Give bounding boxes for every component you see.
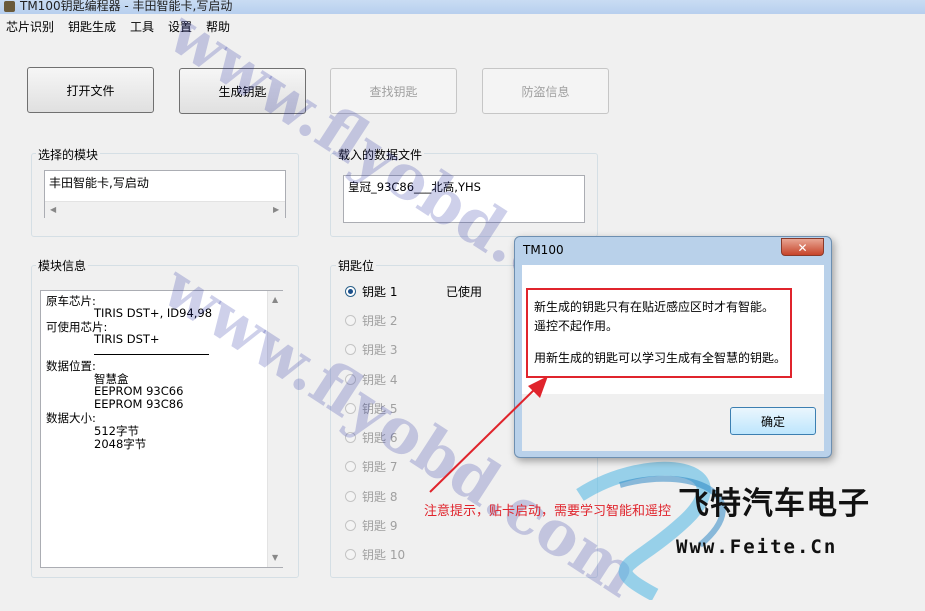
info-original-chip-value: TIRIS DST+, ID94,98 (94, 306, 213, 320)
scroll-down-icon[interactable]: ▼ (272, 553, 278, 562)
key-slot-6[interactable]: 钥匙 6 (345, 427, 397, 447)
radio-selected-icon[interactable] (345, 285, 356, 297)
key-slot-label: 钥匙 4 (362, 372, 398, 387)
selected-module-list[interactable]: 丰田智能卡,写启动 ◀ ▶ (44, 170, 286, 219)
menu-help[interactable]: 帮助 (206, 18, 230, 35)
ok-button[interactable]: 确定 (730, 407, 816, 435)
key-slot-7[interactable]: 钥匙 7 (345, 456, 397, 476)
key-slot-label: 钥匙 10 (362, 547, 406, 562)
selected-module-label: 选择的模块 (36, 146, 101, 163)
key-slot-label: 钥匙 1 (362, 284, 398, 299)
radio-icon[interactable] (345, 314, 356, 326)
dialog-title: TM100 (523, 243, 564, 257)
module-info-vscrollbar[interactable]: ▲ ▼ (267, 291, 284, 567)
key-slot-label: 钥匙 7 (362, 459, 398, 474)
brand-name: 飞特汽车电子 (678, 486, 870, 522)
key-slot-label: 钥匙 8 (362, 489, 398, 504)
scroll-right-icon[interactable]: ▶ (273, 205, 279, 214)
key-slot-2[interactable]: 钥匙 2 (345, 310, 397, 330)
key-slot-label: 钥匙 5 (362, 401, 398, 416)
menu-chip-identify[interactable]: 芯片识别 (6, 18, 54, 35)
radio-icon[interactable] (345, 431, 356, 443)
key-slot-5[interactable]: 钥匙 5 (345, 398, 397, 418)
info-data-location-2: EEPROM 93C66 (94, 384, 184, 398)
radio-icon[interactable] (345, 548, 356, 560)
key-slot-label: 钥匙 6 (362, 430, 398, 445)
key-slot-3[interactable]: 钥匙 3 (345, 339, 397, 359)
annotation-arrow (429, 376, 548, 493)
info-data-location-heading: 数据位置: (46, 359, 96, 373)
key-slot-label: 钥匙 3 (362, 342, 398, 357)
app-icon (4, 1, 15, 12)
open-file-button[interactable]: 打开文件 (27, 67, 154, 113)
info-data-location-3: EEPROM 93C86 (94, 397, 184, 411)
menu-key-generate[interactable]: 钥匙生成 (68, 18, 116, 35)
selected-module-hscrollbar[interactable]: ◀ ▶ (45, 201, 285, 219)
info-data-size-heading: 数据大小: (46, 411, 96, 425)
loaded-file-box[interactable]: 皇冠_93C86___北高,YHS (343, 175, 585, 223)
info-divider (94, 354, 209, 355)
radio-icon[interactable] (345, 490, 356, 502)
anti-theft-info-button[interactable]: 防盗信息 (482, 68, 609, 114)
dialog-message-1: 新生成的钥匙只有在贴近感应区时才有智能。 (534, 300, 775, 314)
menu-tools[interactable]: 工具 (130, 18, 154, 35)
dialog-close-icon[interactable]: ✕ (781, 238, 824, 256)
window-title: TM100钥匙编程器 - 丰田智能卡,写启动 (20, 0, 233, 13)
key-slots-label: 钥匙位 (336, 257, 377, 274)
module-info-label: 模块信息 (36, 257, 89, 274)
find-key-button[interactable]: 查找钥匙 (330, 68, 457, 114)
dialog-message-2: 遥控不起作用。 (534, 319, 619, 333)
annotation-note: 注意提示，贴卡启动，需要学习智能和遥控 (424, 504, 672, 519)
info-original-chip-heading: 原车芯片: (46, 294, 96, 308)
scroll-up-icon[interactable]: ▲ (272, 295, 278, 304)
brand-url: Www.Feite.Cn (676, 536, 838, 558)
generate-key-button[interactable]: 生成钥匙 (179, 68, 306, 114)
radio-icon[interactable] (345, 460, 356, 472)
brand-swoosh-logo (576, 461, 726, 600)
loaded-file-label: 载入的数据文件 (336, 146, 425, 163)
info-data-size-2: 2048字节 (94, 437, 147, 451)
key-slot-4[interactable]: 钥匙 4 (345, 369, 397, 389)
key-slot-9[interactable]: 钥匙 9 (345, 515, 397, 535)
window-titlebar: TM100钥匙编程器 - 丰田智能卡,写启动 (0, 0, 925, 14)
selected-module-value: 丰田智能卡,写启动 (49, 176, 149, 190)
radio-icon[interactable] (345, 519, 356, 531)
menu-settings[interactable]: 设置 (168, 18, 192, 35)
key-slot-label: 钥匙 2 (362, 313, 398, 328)
scroll-left-icon[interactable]: ◀ (50, 205, 56, 214)
info-usable-chip-value: TIRIS DST+ (94, 332, 160, 346)
radio-icon[interactable] (345, 343, 356, 355)
loaded-file-value: 皇冠_93C86___北高,YHS (348, 180, 481, 194)
key-slot-label: 钥匙 9 (362, 518, 398, 533)
key-slot-8[interactable]: 钥匙 8 (345, 486, 397, 506)
dialog-message-3: 用新生成的钥匙可以学习生成有全智慧的钥匙。 (534, 351, 787, 365)
radio-icon[interactable] (345, 402, 356, 414)
key-slot-1[interactable]: 钥匙 1 (345, 281, 397, 301)
key-slot-10[interactable]: 钥匙 10 (345, 544, 405, 564)
key-slot-1-status: 已使用 (446, 285, 483, 299)
radio-icon[interactable] (345, 373, 356, 385)
